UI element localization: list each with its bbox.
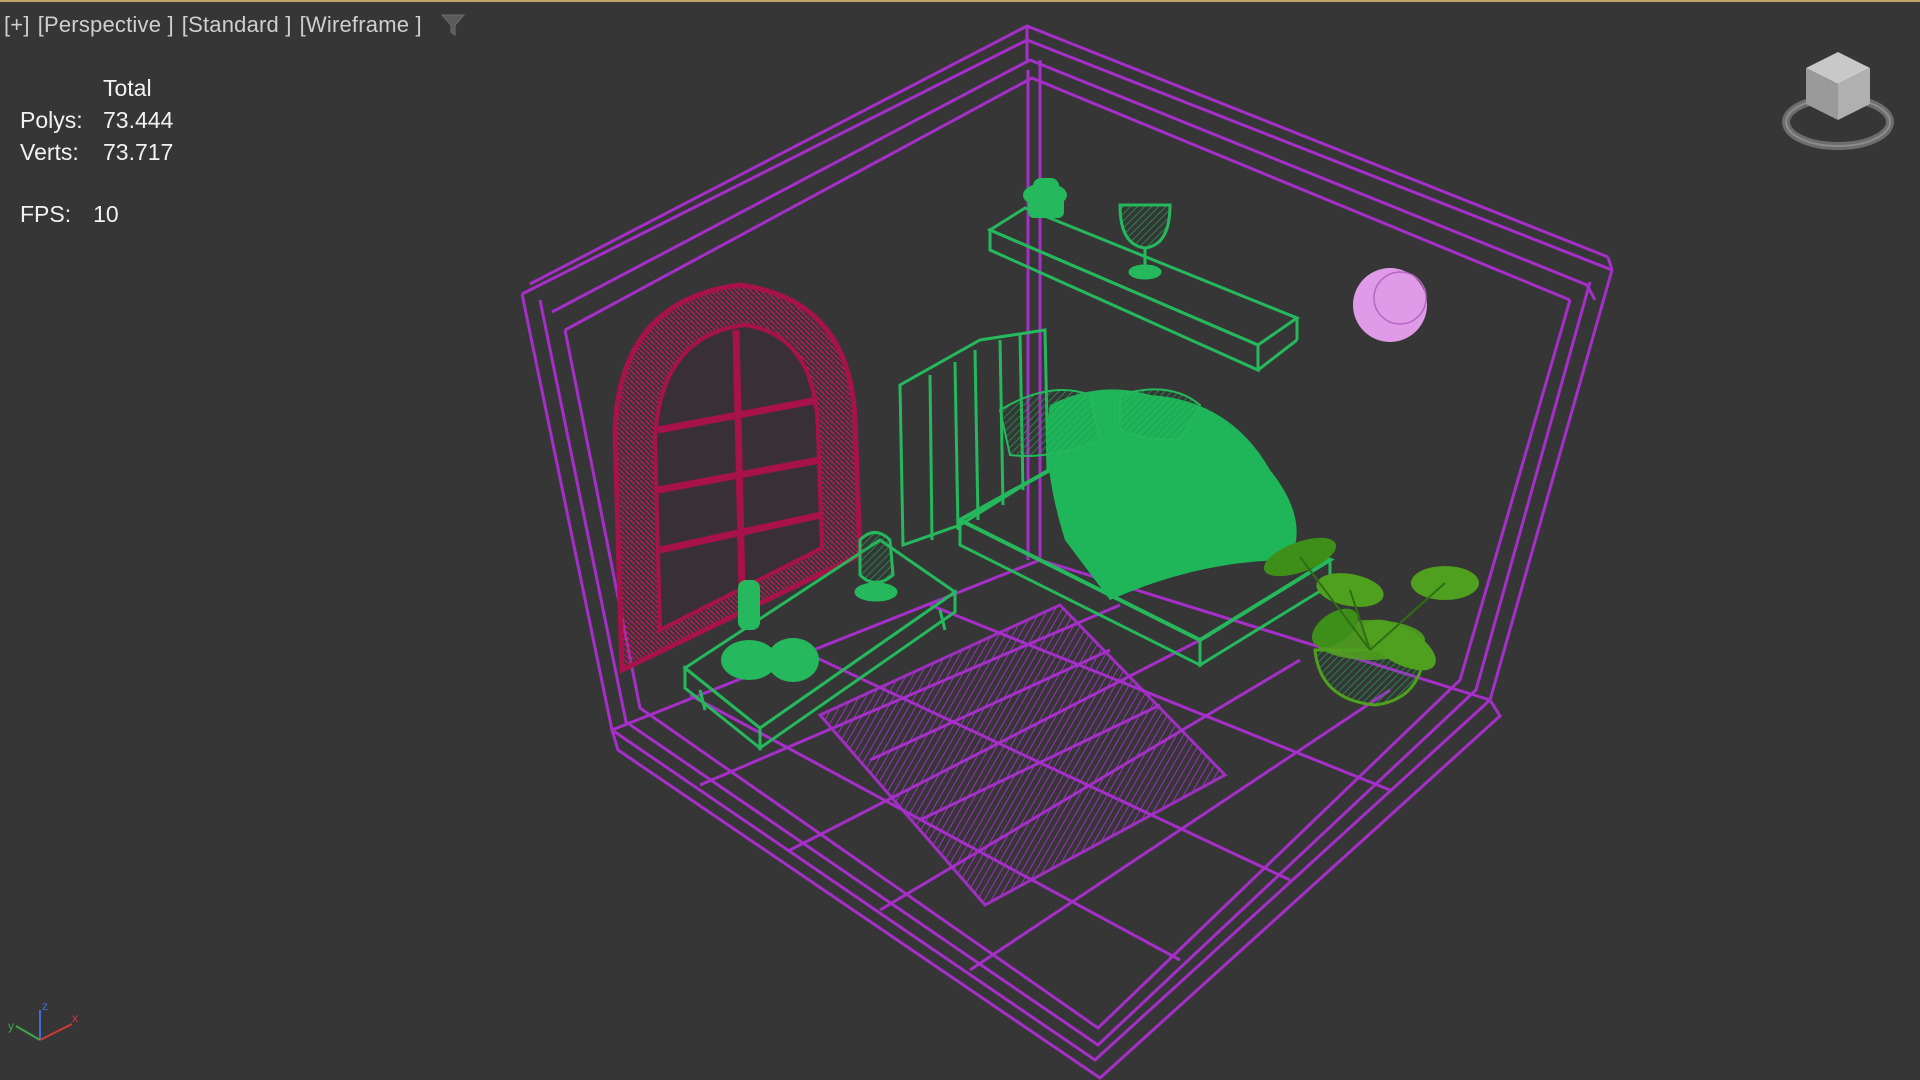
wall-light[interactable] xyxy=(1353,268,1427,342)
arched-window-mesh[interactable] xyxy=(612,282,863,674)
axis-z-label: z xyxy=(42,999,48,1013)
viewcube-icon[interactable] xyxy=(1778,50,1898,154)
axis-y-label: y xyxy=(8,1019,14,1033)
bed-mesh[interactable] xyxy=(955,388,1335,668)
shelf-vase[interactable] xyxy=(1023,178,1067,218)
table-bowl[interactable] xyxy=(767,638,819,682)
wireframe-scene[interactable] xyxy=(0,0,1920,1080)
axis-x-label: x xyxy=(72,1011,78,1025)
axis-tripod-icon: z x y xyxy=(8,999,78,1041)
table-lamp[interactable] xyxy=(854,531,898,602)
rug-mesh[interactable] xyxy=(817,603,1228,907)
potted-plant[interactable] xyxy=(1259,530,1479,707)
shelf-goblet[interactable] xyxy=(1118,203,1172,280)
